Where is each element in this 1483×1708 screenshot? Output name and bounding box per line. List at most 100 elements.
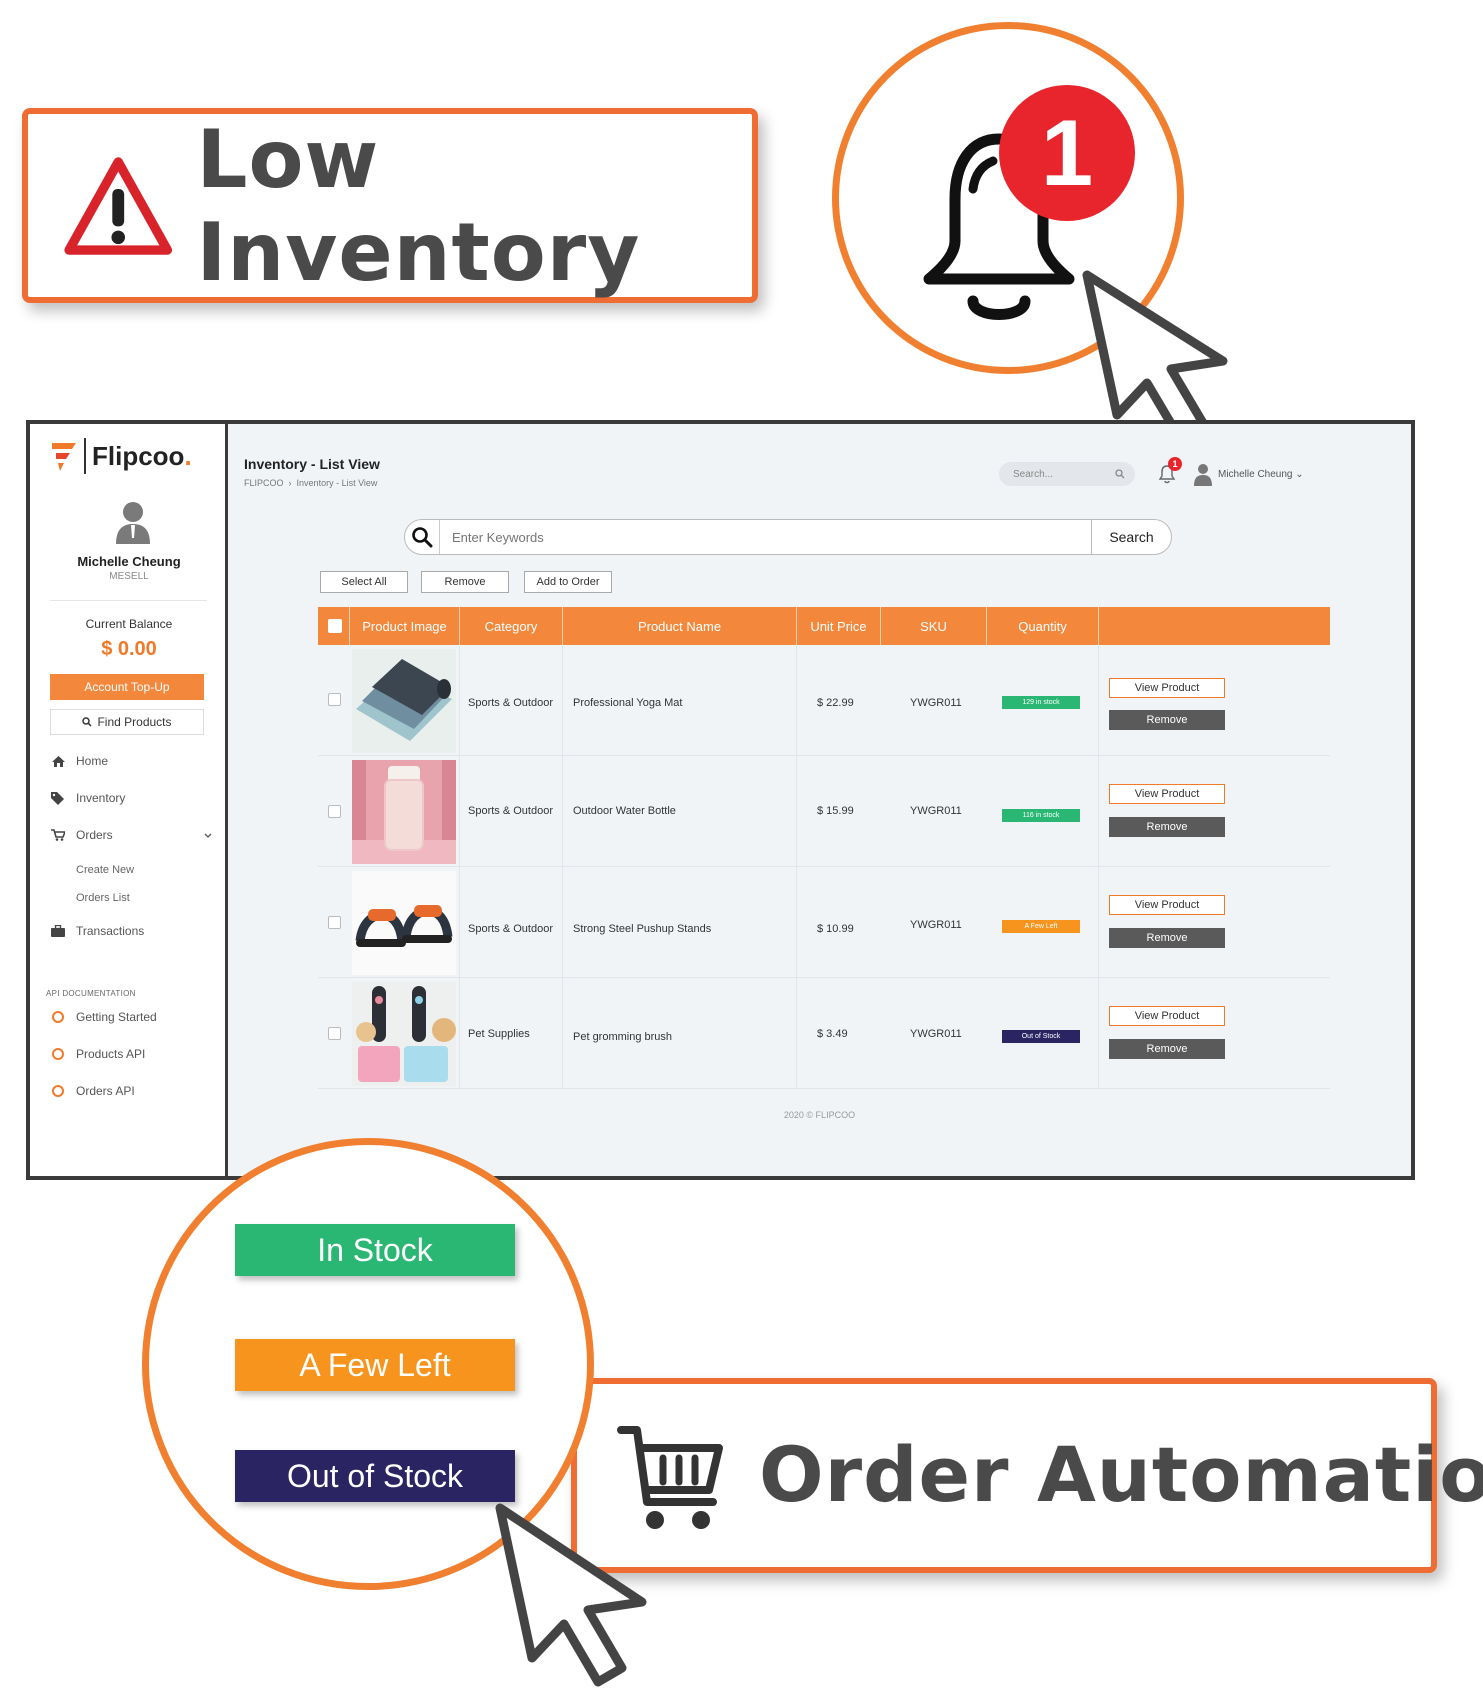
- remove-product-button[interactable]: Remove: [1109, 928, 1225, 948]
- sidebar-user-company: MESELL: [109, 571, 149, 582]
- circle-icon: [52, 1048, 64, 1060]
- balance-label: Current Balance: [85, 617, 173, 631]
- status-badge-in-stock: 116 in stock: [1002, 809, 1080, 822]
- product-image-pushup-stands[interactable]: [352, 871, 456, 975]
- sidebar-item-label: Orders: [76, 828, 113, 842]
- row-checkbox[interactable]: [328, 1027, 341, 1040]
- unit-price: $ 3.49: [817, 1028, 848, 1040]
- search-icon: [82, 717, 92, 727]
- flipcoo-logo-icon: [52, 443, 76, 471]
- chevron-down-icon: ⌄: [1295, 469, 1304, 480]
- table-row: Sports & Outdoor Strong Steel Pushup Sta…: [318, 867, 1330, 978]
- status-pill-a-few-left: A Few Left: [235, 1339, 515, 1391]
- remove-product-button[interactable]: Remove: [1109, 817, 1225, 837]
- column-header-quantity[interactable]: Quantity: [986, 607, 1098, 645]
- row-checkbox[interactable]: [328, 693, 341, 706]
- product-category: Sports & Outdoor: [468, 805, 553, 817]
- brand-name: Flipcoo.: [92, 440, 192, 471]
- select-all-button[interactable]: Select All: [320, 571, 408, 593]
- sidebar-item-orders-api[interactable]: Orders API: [50, 1084, 135, 1098]
- status-pill-out-of-stock: Out of Stock: [235, 1450, 515, 1502]
- remove-product-button[interactable]: Remove: [1109, 710, 1225, 730]
- sidebar-user-name: Michelle Cheung: [77, 554, 181, 569]
- product-name[interactable]: Strong Steel Pushup Stands: [573, 923, 711, 935]
- cart-icon: [50, 828, 66, 842]
- sidebar-item-label: Products API: [76, 1047, 146, 1061]
- sidebar-item-products-api[interactable]: Products API: [50, 1047, 145, 1061]
- warning-icon: [64, 156, 173, 255]
- product-image-water-bottle[interactable]: [352, 760, 456, 864]
- avatar: [116, 502, 150, 544]
- logo-divider: [84, 438, 86, 474]
- view-product-button[interactable]: View Product: [1109, 784, 1225, 804]
- user-avatar-icon[interactable]: [1193, 462, 1213, 486]
- sidebar-item-transactions[interactable]: Transactions: [50, 924, 144, 938]
- status-badge-in-stock: 129 in stock: [1002, 696, 1080, 709]
- briefcase-icon: [50, 924, 66, 938]
- column-header-sku[interactable]: SKU: [880, 607, 986, 645]
- sku: YWGR011: [910, 697, 962, 709]
- sidebar-subitem-create-new[interactable]: Create New: [76, 864, 134, 876]
- breadcrumb-root[interactable]: FLIPCOO: [244, 478, 284, 488]
- sku: YWGR011: [910, 1028, 962, 1040]
- search-icon: [1115, 469, 1125, 479]
- breadcrumb: FLIPCOO › Inventory - List View: [244, 478, 377, 488]
- row-checkbox[interactable]: [328, 916, 341, 929]
- column-header-product-image[interactable]: Product Image: [349, 607, 459, 645]
- product-name[interactable]: Outdoor Water Bottle: [573, 805, 676, 817]
- header-search-placeholder: Search...: [1013, 468, 1054, 480]
- column-header-category[interactable]: Category: [459, 607, 562, 645]
- magnifier-icon: [405, 520, 439, 554]
- product-image-yoga-mat[interactable]: [352, 649, 456, 753]
- sidebar-subitem-orders-list[interactable]: Orders List: [76, 892, 130, 904]
- sidebar-item-getting-started[interactable]: Getting Started: [50, 1010, 157, 1024]
- header-user-menu[interactable]: Michelle Cheung ⌄: [1218, 469, 1304, 480]
- sidebar-item-label: Getting Started: [76, 1010, 157, 1024]
- sku: YWGR011: [910, 919, 962, 931]
- app-window: Flipcoo. Michelle Cheung MESELL Current …: [26, 420, 1415, 1180]
- header-search-input[interactable]: Search...: [999, 462, 1135, 486]
- unit-price: $ 15.99: [817, 805, 854, 817]
- order-automation-title: Order Automation: [759, 1430, 1483, 1519]
- product-category: Sports & Outdoor: [468, 923, 553, 935]
- product-image-pet-brush[interactable]: [352, 982, 456, 1086]
- account-topup-button[interactable]: Account Top-Up: [50, 674, 204, 700]
- product-category: Sports & Outdoor: [468, 697, 553, 709]
- sidebar-item-inventory[interactable]: Inventory: [50, 791, 125, 805]
- sidebar-item-label: Transactions: [76, 924, 145, 938]
- table-row: Sports & Outdoor Outdoor Water Bottle $ …: [318, 756, 1330, 867]
- keyword-search-input[interactable]: [439, 520, 1091, 554]
- select-all-checkbox[interactable]: [328, 619, 342, 633]
- product-name[interactable]: Pet gromming brush: [573, 1031, 672, 1043]
- add-to-order-button[interactable]: Add to Order: [524, 571, 612, 593]
- remove-product-button[interactable]: Remove: [1109, 1039, 1225, 1059]
- sidebar-item-orders[interactable]: Orders: [50, 828, 212, 842]
- column-header-unit-price[interactable]: Unit Price: [796, 607, 880, 645]
- circle-icon: [52, 1011, 64, 1023]
- chevron-down-icon: [204, 828, 212, 842]
- find-products-button[interactable]: Find Products: [50, 709, 204, 735]
- keyword-search-bar: Search: [404, 519, 1172, 555]
- brand-logo[interactable]: Flipcoo.: [50, 438, 192, 474]
- home-icon: [50, 754, 66, 768]
- notification-badge: 1: [999, 85, 1135, 221]
- sidebar-item-home[interactable]: Home: [50, 754, 108, 768]
- order-automation-callout: Order Automation: [571, 1378, 1483, 1573]
- product-name[interactable]: Professional Yoga Mat: [573, 697, 682, 709]
- column-header-product-name[interactable]: Product Name: [562, 607, 796, 645]
- breadcrumb-current: Inventory - List View: [296, 478, 378, 488]
- sidebar: Flipcoo. Michelle Cheung MESELL Current …: [30, 424, 228, 1176]
- unit-price: $ 10.99: [817, 923, 854, 935]
- view-product-button[interactable]: View Product: [1109, 678, 1225, 698]
- view-product-button[interactable]: View Product: [1109, 1006, 1225, 1026]
- remove-selected-button[interactable]: Remove: [421, 571, 509, 593]
- page-title: Inventory - List View: [244, 456, 380, 472]
- row-checkbox[interactable]: [328, 805, 341, 818]
- tags-icon: [50, 791, 66, 805]
- low-inventory-callout: Low Inventory: [22, 108, 758, 303]
- unit-price: $ 22.99: [817, 697, 854, 709]
- sidebar-item-label: Home: [76, 754, 109, 768]
- view-product-button[interactable]: View Product: [1109, 895, 1225, 915]
- status-badge-a-few-left: A Few Left: [1002, 920, 1080, 933]
- search-button[interactable]: Search: [1091, 520, 1171, 554]
